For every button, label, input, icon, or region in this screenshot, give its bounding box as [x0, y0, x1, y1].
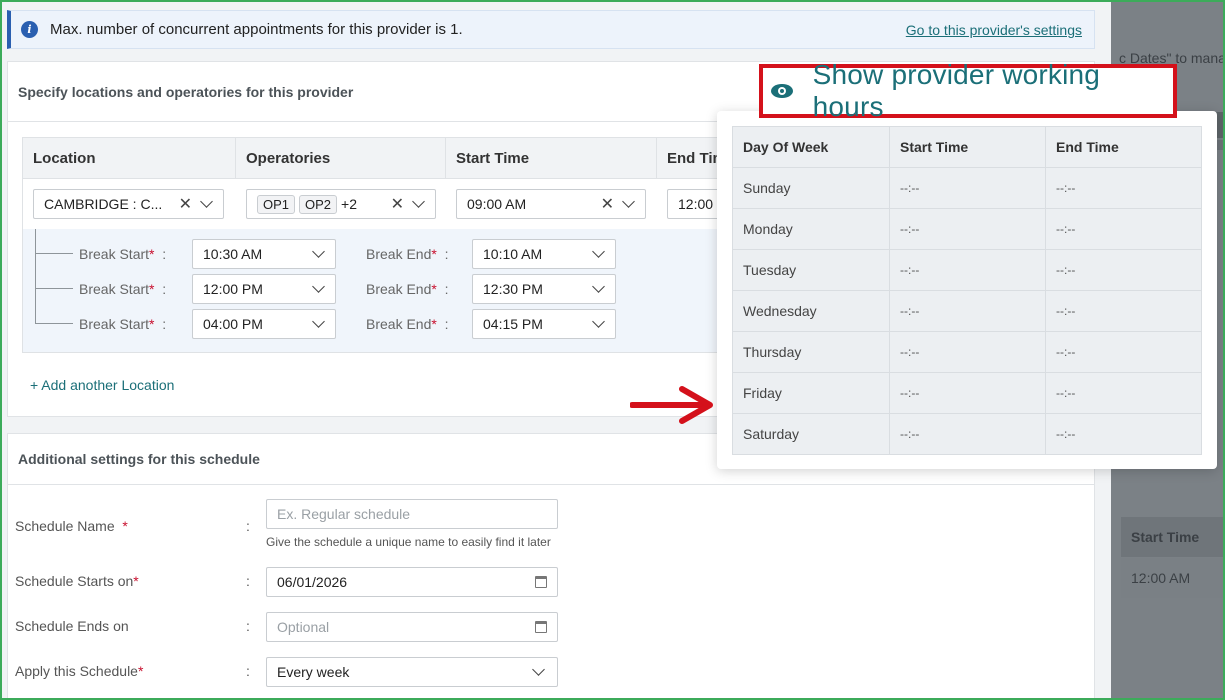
info-icon: i [21, 21, 38, 38]
chevron-down-icon [592, 245, 605, 258]
break-row: Break Start* : 10:30 AM Break End* : 10:… [23, 239, 623, 269]
chevron-down-icon [312, 280, 325, 293]
chevron-down-icon [592, 315, 605, 328]
schedule-ends-row: Schedule Ends on : Optional [15, 612, 575, 642]
background-table-header: Start Time [1121, 517, 1225, 557]
table-row: Friday --:-- --:-- [732, 372, 1202, 414]
apply-schedule-select[interactable]: Every week [266, 657, 558, 687]
break-end-select[interactable]: 12:30 PM [472, 274, 616, 304]
chevron-down-icon [412, 195, 425, 208]
table-row: Thursday --:-- --:-- [732, 331, 1202, 373]
table-row: Monday --:-- --:-- [732, 208, 1202, 250]
add-location-link[interactable]: + Add another Location [30, 377, 174, 393]
info-banner-text: Max. number of concurrent appointments f… [50, 21, 463, 38]
break-end-select[interactable]: 04:15 PM [472, 309, 616, 339]
table-row: Tuesday --:-- --:-- [732, 249, 1202, 291]
schedule-ends-input[interactable]: Optional [266, 612, 558, 642]
column-header-operatories: Operatories [236, 138, 446, 178]
working-hours-popover: Day Of Week Start Time End Time Sunday --… [717, 111, 1217, 469]
column-header-start-time: Start Time [446, 138, 657, 178]
background-table-cell: 12:00 AM [1121, 558, 1225, 598]
calendar-icon[interactable] [535, 576, 547, 588]
break-start-select[interactable]: 12:00 PM [192, 274, 336, 304]
schedule-name-hint: Give the schedule a unique name to easil… [266, 535, 551, 549]
table-row: Saturday --:-- --:-- [732, 413, 1202, 455]
operatories-more: +2 [341, 196, 357, 212]
operatories-select[interactable]: OP1 OP2 +2 ✕ [246, 189, 436, 219]
break-end-select[interactable]: 10:10 AM [472, 239, 616, 269]
schedule-name-row: Schedule Name * : Ex. Regular schedule [15, 499, 575, 534]
chevron-down-icon [622, 195, 635, 208]
table-row: Sunday --:-- --:-- [732, 167, 1202, 209]
working-hours-table: Day Of Week Start Time End Time Sunday --… [732, 126, 1202, 455]
clear-icon[interactable]: ✕ [601, 194, 614, 214]
schedule-starts-row: Schedule Starts on* : 06/01/2026 [15, 567, 575, 597]
operatory-tag: OP1 [257, 194, 296, 214]
chevron-down-icon [592, 280, 605, 293]
provider-settings-link[interactable]: Go to this provider's settings [906, 22, 1082, 38]
column-header-end: End Time [1045, 126, 1202, 168]
operatory-tag: OP2 [299, 194, 338, 214]
chevron-down-icon [312, 315, 325, 328]
break-start-select[interactable]: 04:00 PM [192, 309, 336, 339]
chevron-down-icon [532, 663, 545, 676]
location-select[interactable]: CAMBRIDGE : C... ✕ [33, 189, 224, 219]
break-row: Break Start* : 04:00 PM Break End* : 04:… [23, 309, 623, 339]
column-header-location: Location [23, 138, 236, 178]
annotation-arrow-icon [630, 386, 713, 424]
schedule-name-input[interactable]: Ex. Regular schedule [266, 499, 558, 529]
clear-icon[interactable]: ✕ [179, 194, 192, 214]
eye-icon [771, 84, 793, 98]
start-time-select[interactable]: 09:00 AM ✕ [456, 189, 646, 219]
table-row: Wednesday --:-- --:-- [732, 290, 1202, 332]
break-row: Break Start* : 12:00 PM Break End* : 12:… [23, 274, 623, 304]
chevron-down-icon [312, 245, 325, 258]
apply-schedule-row: Apply this Schedule* : Every week [15, 657, 575, 687]
break-start-select[interactable]: 10:30 AM [192, 239, 336, 269]
calendar-icon[interactable] [535, 621, 547, 633]
clear-icon[interactable]: ✕ [391, 194, 404, 214]
column-header-start: Start Time [889, 126, 1046, 168]
show-working-hours-button[interactable]: Show provider working hours [759, 59, 1177, 122]
schedule-starts-input[interactable]: 06/01/2026 [266, 567, 558, 597]
info-banner: i Max. number of concurrent appointments… [7, 10, 1095, 49]
chevron-down-icon [200, 195, 213, 208]
column-header-day: Day Of Week [732, 126, 890, 168]
